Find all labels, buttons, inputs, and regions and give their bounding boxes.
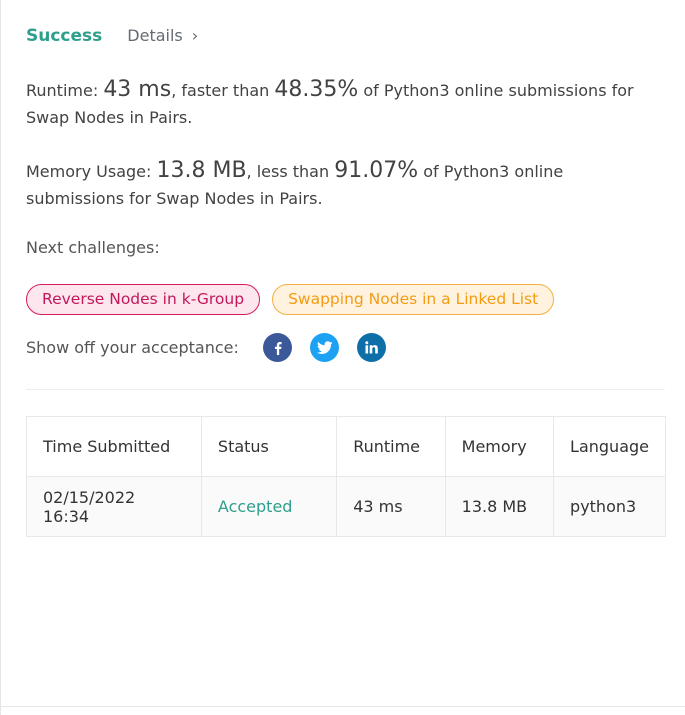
chevron-right-icon: › [191,26,199,45]
share-label: Show off your acceptance: [26,338,239,357]
submissions-table: Time Submitted Status Runtime Memory Lan… [26,416,666,537]
memory-label: Memory Usage: [26,162,157,181]
cell-time-submitted: 02/15/2022 16:34 [26,476,202,537]
runtime-value: 43 ms [103,77,172,102]
column-header-memory: Memory [444,416,555,477]
result-header: Success Details › [26,26,198,46]
details-label: Details [127,26,183,45]
runtime-percent: 48.35% [274,77,359,102]
runtime-label: Runtime: [26,81,104,100]
facebook-icon[interactable] [263,333,292,362]
runtime-comparison: , faster than [171,81,275,100]
section-divider [26,389,665,390]
result-status: Success [26,26,103,46]
cell-memory: 13.8 MB [444,476,555,537]
bottom-border [1,706,685,707]
challenge-chip-swapping-nodes[interactable]: Swapping Nodes in a Linked List [272,284,555,315]
twitter-icon[interactable] [310,333,339,362]
details-link[interactable]: Details › [127,26,198,45]
memory-percent: 91.07% [334,158,419,183]
challenge-chip-reverse-nodes[interactable]: Reverse Nodes in k-Group [26,284,261,315]
column-header-time-submitted: Time Submitted [26,416,202,477]
cell-runtime: 43 ms [336,476,446,537]
submission-result-panel: Success Details › Runtime: 43 ms, faster… [0,0,685,715]
next-challenges-label: Next challenges: [26,238,160,257]
runtime-stat: Runtime: 43 ms, faster than 48.35% of Py… [26,76,666,131]
cell-language: python3 [553,476,666,537]
column-header-status: Status [200,416,338,477]
column-header-runtime: Runtime [336,416,446,477]
linkedin-icon[interactable] [357,333,386,362]
memory-comparison: , less than [246,162,335,181]
next-challenges-list: Reverse Nodes in k-Group Swapping Nodes … [26,284,555,315]
column-header-language: Language [553,416,666,477]
cell-status-link[interactable]: Accepted [200,476,338,537]
memory-value: 13.8 MB [156,158,247,183]
table-row: 02/15/2022 16:34 Accepted 43 ms 13.8 MB … [26,476,666,537]
memory-stat: Memory Usage: 13.8 MB, less than 91.07% … [26,157,666,212]
share-row: Show off your acceptance: [26,333,404,362]
table-header-row: Time Submitted Status Runtime Memory Lan… [26,416,666,477]
